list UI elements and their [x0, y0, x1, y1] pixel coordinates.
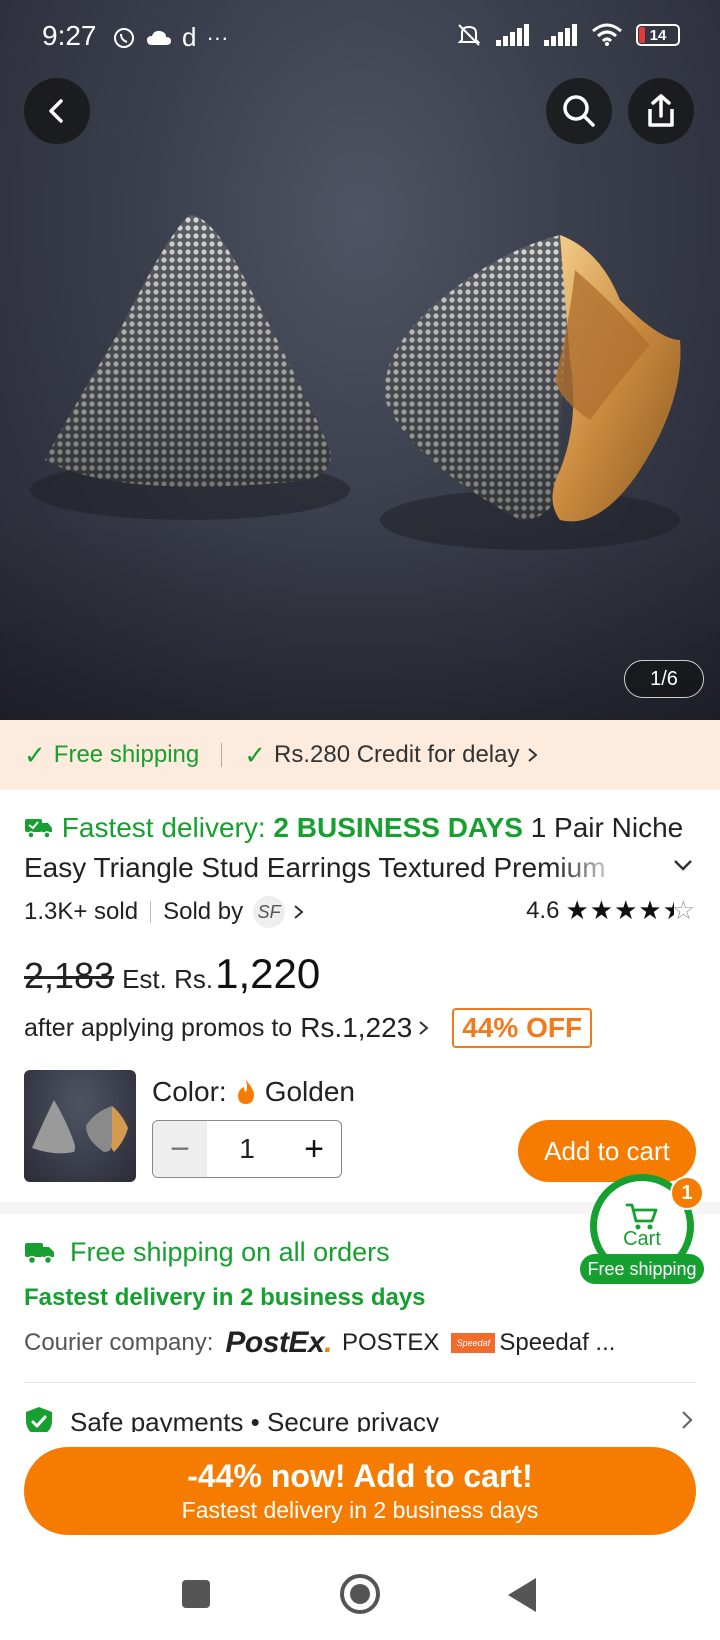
title-line-2: Easy Triangle Stud Earrings Textured Pre… [24, 848, 624, 888]
postex-logo: PostEx. [225, 1326, 332, 1359]
discount-badge: 44% OFF [452, 1008, 593, 1048]
chevron-left-icon [49, 99, 63, 123]
promo-strip[interactable]: ✓ Free shipping ✓ Rs.280 Credit for dela… [0, 720, 720, 790]
sale-price: 1,220 [215, 950, 321, 997]
add-to-cart-button[interactable]: Add to cart [518, 1120, 696, 1182]
free-shipping-title: Free shipping on all orders [70, 1236, 390, 1267]
chevron-right-icon[interactable] [291, 902, 307, 922]
courier-row: Courier company: PostEx. POSTEX Speedaf … [24, 1326, 696, 1360]
fastest-delivery-label: Fastest delivery: 2 BUSINESS DAYS [61, 812, 523, 843]
chevron-right-icon [528, 748, 539, 762]
whatsapp-icon [114, 27, 134, 48]
quantity-stepper: − 1 + [152, 1120, 342, 1178]
back-button[interactable] [24, 78, 90, 144]
color-selector[interactable]: Color: Golden [152, 1076, 355, 1108]
wifi-icon [592, 23, 622, 46]
earrings-thumbnail [32, 1100, 128, 1154]
cart-free-shipping: Free shipping [580, 1254, 704, 1284]
battery-indicator: 14 [636, 24, 680, 46]
more-icon: ··· [206, 24, 229, 50]
home-icon[interactable] [340, 1574, 380, 1614]
cta-subline: Fastest delivery in 2 business days [181, 1497, 539, 1523]
check-icon: ✓ [24, 739, 46, 770]
product-image[interactable] [0, 0, 720, 720]
product-title[interactable]: Fastest delivery: 2 BUSINESS DAYS 1 Pair… [24, 808, 696, 888]
quantity-value[interactable]: 1 [207, 1133, 287, 1165]
postex-name: POSTEX [341, 1329, 440, 1356]
original-price: 2,183 [24, 955, 115, 996]
courier-label: Courier company: [24, 1329, 214, 1356]
seller-badge[interactable]: SF [253, 896, 286, 928]
star-rating-icon: ★★★★★☆ [565, 895, 696, 925]
d-icon: d [182, 22, 197, 52]
rating[interactable]: 4.6 ★★★★★☆ [526, 895, 696, 926]
divider [150, 901, 152, 923]
signal-icon [544, 24, 577, 46]
status-bar: 9:27 d ··· 14 [0, 0, 720, 80]
status-time: 9:27 [42, 20, 97, 51]
rating-value: 4.6 [526, 896, 560, 924]
cart-count-badge: 1 [670, 1176, 704, 1210]
share-icon [648, 94, 674, 127]
search-button[interactable] [546, 78, 612, 144]
chevron-right-icon [419, 1021, 429, 1035]
image-shade [0, 520, 720, 720]
share-button[interactable] [628, 78, 694, 144]
title-text-start: 1 Pair Niche [522, 812, 684, 843]
add-to-cart-cta-button[interactable]: -44% now! Add to cart! Fastest delivery … [24, 1447, 696, 1535]
promo-text: after applying promos to [24, 1013, 293, 1042]
variant-thumbnail[interactable] [24, 1070, 136, 1182]
quantity-decrease-button[interactable]: − [153, 1121, 207, 1177]
chevron-down-icon[interactable] [670, 852, 696, 878]
estimate-label: Est. Rs. [122, 964, 214, 994]
check-icon: ✓ [244, 739, 267, 770]
notification-icons: d ··· [112, 22, 228, 53]
flame-icon [237, 1080, 254, 1104]
title-line-1: Fastest delivery: 2 BUSINESS DAYS 1 Pair… [24, 808, 696, 848]
promo-amount: Rs.1,223 [300, 1012, 413, 1043]
search-icon [563, 95, 595, 127]
back-triangle-icon[interactable] [508, 1578, 536, 1612]
divider [221, 743, 223, 767]
cart-label: Cart [623, 1227, 661, 1250]
signal-icon [496, 24, 529, 46]
promo-price-row[interactable]: after applying promos to Rs.1,223 44% OF… [24, 1008, 593, 1048]
system-icons: 14 [456, 22, 680, 48]
image-counter: 1/6 [624, 660, 704, 698]
chevron-right-icon[interactable] [678, 1408, 696, 1432]
sold-count: 1.3K+ sold [24, 898, 139, 925]
free-shipping-label: Free shipping [53, 741, 200, 768]
delivery-truck-icon [25, 819, 52, 839]
floating-cart[interactable]: Cart 1 Free shipping [580, 1174, 704, 1284]
divider [24, 1382, 696, 1383]
quantity-increase-button[interactable]: + [287, 1121, 341, 1177]
cta-headline: -44% now! Add to cart! [187, 1458, 533, 1494]
sold-by-label: Sold by [163, 898, 244, 925]
mute-bell-icon [457, 24, 481, 46]
speedaf-name: Speedaf ... [499, 1329, 616, 1356]
recent-apps-icon[interactable] [182, 1580, 210, 1608]
color-value: Golden [264, 1076, 355, 1107]
fastest-delivery-text: Fastest delivery in 2 business days [24, 1284, 426, 1311]
speedaf-logo: Speedaf [451, 1333, 496, 1353]
delivery-truck-icon [25, 1243, 54, 1265]
color-label: Color: [152, 1076, 227, 1107]
price-row: 2,183 Est. Rs. 1,220 [24, 950, 320, 998]
credit-label: Rs.280 Credit for delay [274, 741, 520, 768]
cloud-icon [147, 30, 171, 45]
